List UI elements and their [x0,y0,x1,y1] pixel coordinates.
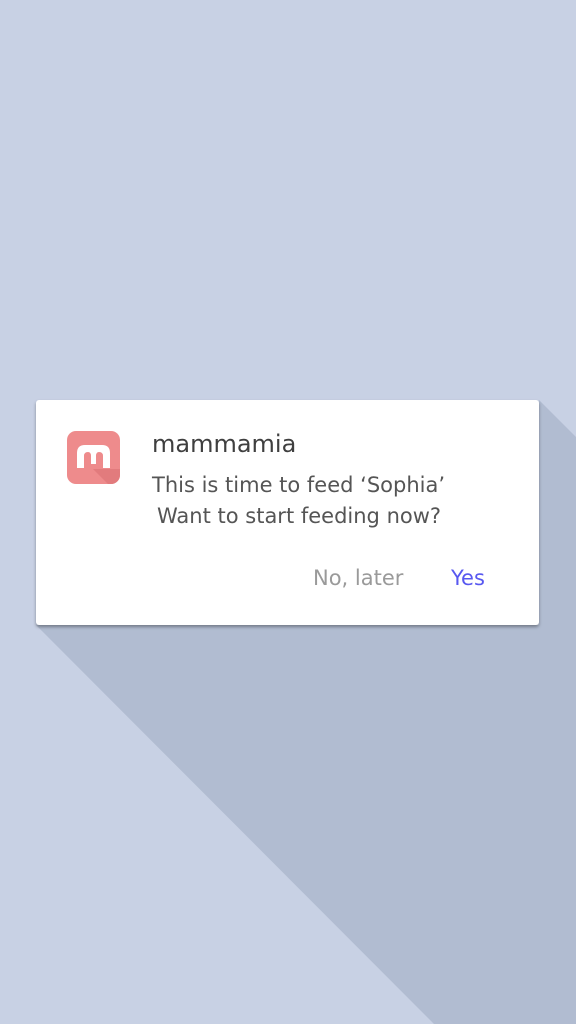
app-name: mammamia [152,430,297,458]
no-later-button[interactable]: No, later [313,563,403,593]
notification-message-line-2: Want to start feeding now? [157,504,442,528]
yes-button[interactable]: Yes [451,563,485,593]
mammamia-logo-icon [67,431,120,484]
notification-dialog: mammamia This is time to feed ‘Sophia’ W… [36,400,539,625]
notification-message-line-1: This is time to feed ‘Sophia’ [152,473,446,497]
